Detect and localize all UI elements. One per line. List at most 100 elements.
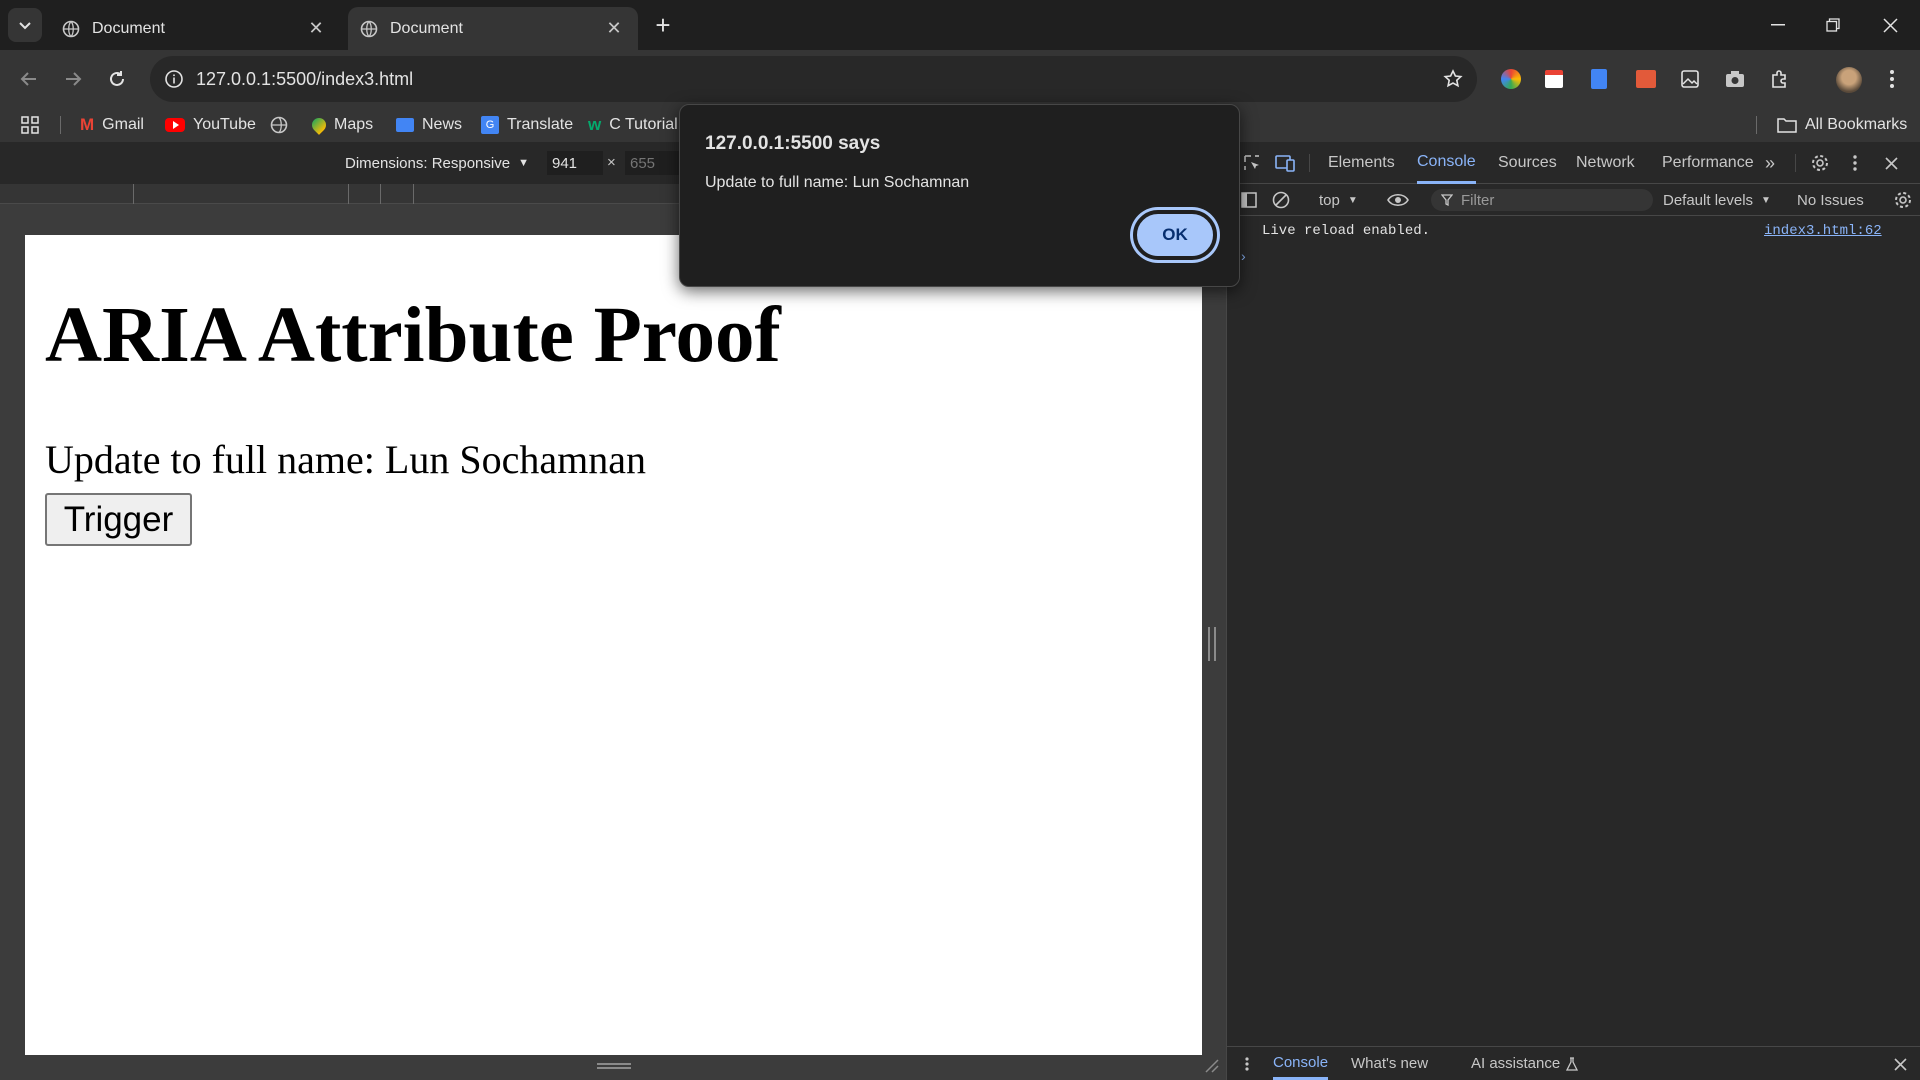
globe-icon: [270, 116, 288, 134]
bookmark-youtube[interactable]: YouTube: [165, 108, 256, 142]
minimize-icon[interactable]: [1760, 10, 1796, 40]
context-selector[interactable]: top ▼: [1319, 184, 1358, 216]
bookmark-c-tutorial[interactable]: w C Tutorial: [588, 108, 678, 142]
tab-network[interactable]: Network: [1576, 142, 1635, 184]
drawer-tab-console[interactable]: Console: [1273, 1047, 1329, 1080]
close-window-icon[interactable]: [1872, 10, 1908, 40]
caret-down-icon: ▼: [1347, 194, 1358, 206]
drawer-tab-ai-assistance[interactable]: AI assistance: [1471, 1047, 1579, 1080]
drawer-tab-label: AI assistance: [1471, 1055, 1561, 1072]
extension-calendar-icon[interactable]: [1545, 70, 1563, 88]
tab-close-icon[interactable]: ✕: [304, 17, 328, 41]
dimensions-label: Dimensions: Responsive: [345, 154, 511, 172]
tab-console[interactable]: Console: [1417, 142, 1476, 184]
image-icon[interactable]: [1678, 67, 1702, 91]
tab-label: Sources: [1498, 154, 1557, 171]
console-settings-gear-icon[interactable]: [1893, 190, 1913, 210]
tab-document-1[interactable]: Document ✕: [50, 7, 340, 50]
browser-toolbar: 127.0.0.1:5500/index3.html: [0, 50, 1920, 108]
bookmarks-divider: [60, 116, 61, 134]
clear-console-icon[interactable]: [1271, 190, 1291, 210]
devtools-menu-icon[interactable]: [1847, 142, 1863, 184]
address-bar[interactable]: 127.0.0.1:5500/index3.html: [150, 56, 1477, 102]
news-icon: [396, 118, 414, 132]
extension-color-icon[interactable]: [1501, 69, 1521, 89]
tab-sources[interactable]: Sources: [1498, 142, 1557, 184]
tab-title: Document: [390, 19, 463, 37]
w3-icon: w: [588, 115, 602, 134]
bookmark-globe[interactable]: [270, 108, 288, 142]
extension-docs-icon[interactable]: [1591, 69, 1607, 89]
bookmark-label: News: [422, 116, 463, 133]
device-toggle-icon[interactable]: [1273, 142, 1297, 184]
more-menu-icon[interactable]: [1880, 67, 1904, 91]
chevron-down-icon: [19, 22, 31, 30]
drawer-menu-icon[interactable]: [1243, 1056, 1251, 1072]
tab-document-2[interactable]: Document ✕: [348, 7, 638, 50]
sidebar-toggle-icon[interactable]: [1239, 190, 1259, 210]
dimensions-dropdown[interactable]: Dimensions: Responsive ▼: [345, 142, 529, 184]
extensions-puzzle-icon[interactable]: [1768, 67, 1792, 91]
new-tab-button[interactable]: +: [648, 10, 678, 40]
resize-corner-icon[interactable]: [1204, 1058, 1220, 1074]
reload-button[interactable]: [100, 62, 134, 96]
profile-avatar[interactable]: [1836, 67, 1862, 93]
maps-pin-icon: [309, 115, 329, 135]
camera-icon[interactable]: [1723, 67, 1747, 91]
page-heading: ARIA Attribute Proof: [45, 292, 781, 379]
apps-button[interactable]: [20, 108, 40, 142]
restore-icon[interactable]: [1815, 10, 1851, 40]
more-tabs-icon[interactable]: »: [1765, 142, 1775, 184]
tab-label: Network: [1576, 154, 1635, 171]
forward-button[interactable]: [56, 62, 90, 96]
folder-icon: [1777, 118, 1797, 133]
bookmark-label: Gmail: [102, 116, 144, 133]
back-button[interactable]: [12, 62, 46, 96]
issues-counter[interactable]: No Issues: [1797, 184, 1864, 216]
live-expression-eye-icon[interactable]: [1385, 190, 1411, 210]
bookmark-gmail[interactable]: M Gmail: [80, 108, 144, 142]
log-levels-label: Default levels: [1663, 191, 1754, 209]
tab-performance[interactable]: Performance: [1662, 142, 1754, 184]
all-bookmarks-button[interactable]: All Bookmarks: [1777, 108, 1907, 142]
devtools-panel: Elements Console Sources Network Perform…: [1226, 142, 1920, 1080]
resize-handle-bottom[interactable]: [597, 1063, 631, 1069]
tab-close-icon[interactable]: ✕: [602, 17, 626, 41]
devtools-tabbar: Elements Console Sources Network Perform…: [1227, 142, 1920, 184]
log-levels-dropdown[interactable]: Default levels ▼: [1663, 184, 1771, 216]
close-drawer-icon[interactable]: [1893, 1057, 1907, 1071]
caret-down-icon: ▼: [518, 157, 529, 169]
settings-gear-icon[interactable]: [1809, 142, 1831, 184]
close-devtools-icon[interactable]: [1881, 142, 1901, 184]
bookmark-maps[interactable]: Maps: [309, 108, 373, 142]
bookmark-news[interactable]: News: [396, 108, 462, 142]
bookmark-label: YouTube: [193, 116, 256, 133]
console-source-link[interactable]: index3.html:62: [1764, 223, 1882, 239]
page-viewport: ARIA Attribute Proof Update to full name…: [25, 235, 1202, 1055]
issues-label: No Issues: [1797, 191, 1864, 209]
height-input[interactable]: [625, 151, 681, 175]
tabbar-divider: [1309, 154, 1310, 172]
site-info-icon[interactable]: [164, 69, 184, 89]
filter-funnel-icon: [1441, 194, 1453, 206]
width-input[interactable]: [547, 151, 603, 175]
tab-elements[interactable]: Elements: [1328, 142, 1395, 184]
filter-input[interactable]: Filter: [1431, 189, 1653, 211]
bookmark-translate[interactable]: G Translate: [481, 108, 573, 142]
drawer-tab-whats-new[interactable]: What's new: [1351, 1047, 1428, 1080]
console-prompt-chevron-icon[interactable]: ›: [1241, 248, 1246, 264]
resize-handle-right[interactable]: [1208, 627, 1216, 661]
devtools-drawer: Console What's new AI assistance: [1227, 1046, 1920, 1080]
tab-label: Elements: [1328, 154, 1395, 171]
tab-label: Console: [1417, 152, 1476, 170]
extension-pdf-icon[interactable]: [1636, 70, 1656, 88]
tab-search-button[interactable]: [8, 8, 42, 42]
inspect-element-icon[interactable]: [1241, 142, 1263, 184]
bookmark-star-icon[interactable]: [1443, 69, 1463, 89]
times-label: ×: [607, 154, 616, 171]
context-label: top: [1319, 191, 1340, 209]
ok-button[interactable]: OK: [1133, 210, 1217, 260]
trigger-button[interactable]: Trigger: [45, 493, 192, 546]
tab-strip: Document ✕ Document ✕ +: [0, 0, 1920, 50]
all-bookmarks-label: All Bookmarks: [1805, 116, 1908, 133]
